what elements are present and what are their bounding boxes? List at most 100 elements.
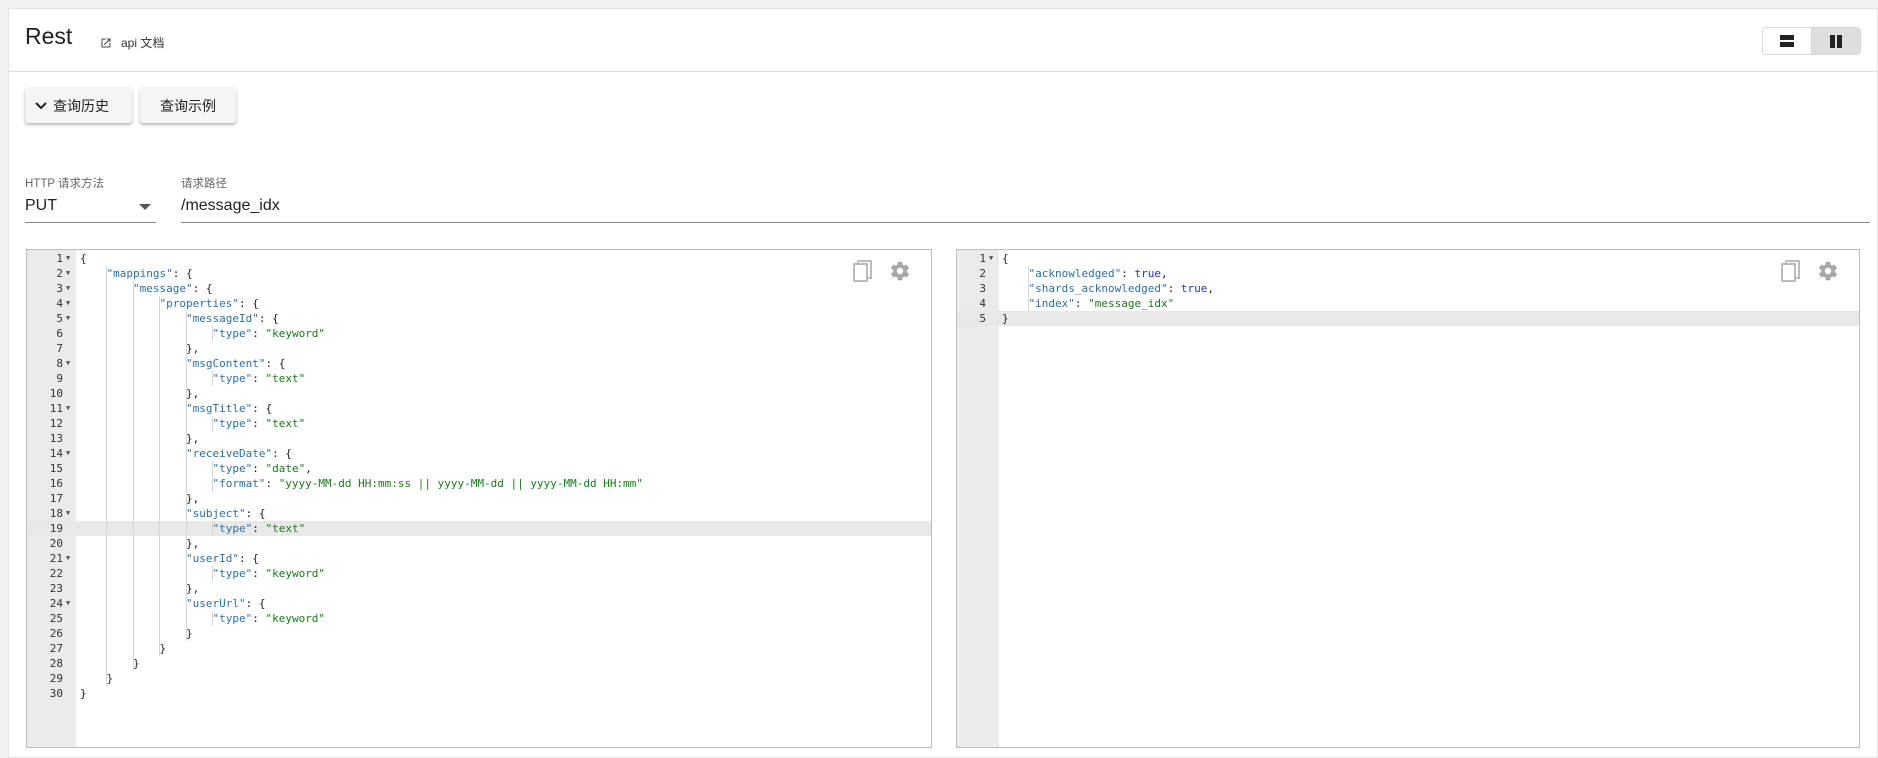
json-punctuation: } bbox=[159, 642, 167, 655]
stacked-layout-button[interactable] bbox=[1763, 28, 1811, 54]
request-body-editor[interactable]: 1 ▼{2 ▼ "mappings": {3 ▼ "message": {4 ▼ "pr… bbox=[26, 249, 932, 748]
line-number: 1 bbox=[979, 252, 986, 265]
code-line[interactable]: 19 "type": "text" bbox=[27, 521, 931, 536]
fold-toggle-icon[interactable]: ▼ bbox=[66, 446, 70, 461]
copy-icon[interactable] bbox=[853, 260, 875, 284]
json-key: "type" bbox=[212, 327, 253, 340]
gear-icon[interactable] bbox=[1817, 260, 1839, 282]
query-history-button[interactable]: 查询历史 bbox=[25, 88, 132, 123]
json-punctuation: }, bbox=[185, 342, 200, 355]
code-line[interactable]: 26 } bbox=[27, 626, 931, 641]
fold-toggle-icon[interactable]: ▼ bbox=[66, 506, 70, 521]
line-number: 4 bbox=[56, 297, 63, 310]
code-line[interactable]: 2 ▼ "mappings": { bbox=[27, 266, 931, 281]
code-line[interactable]: 5} bbox=[957, 311, 1859, 326]
fold-toggle-icon[interactable]: ▼ bbox=[66, 266, 70, 281]
code-line[interactable]: 28 } bbox=[27, 656, 931, 671]
code-line[interactable]: 5 ▼ "messageId": { bbox=[27, 311, 931, 326]
json-punctuation: : bbox=[1167, 282, 1181, 295]
code-line[interactable]: 1 ▼ { bbox=[957, 251, 1859, 266]
json-key: "mappings" bbox=[106, 267, 173, 280]
rest-card: Rest api 文档 查询历史 查询示例 HTTP 请求方法 PUT 请求路径… bbox=[8, 8, 1878, 758]
http-method-select[interactable]: PUT bbox=[25, 194, 156, 223]
code-line[interactable]: 23 }, bbox=[27, 581, 931, 596]
code-line[interactable]: 22 "type": "keyword" bbox=[27, 566, 931, 581]
code-line[interactable]: 2 "acknowledged": true, bbox=[957, 266, 1859, 281]
code-line[interactable]: 9 "type": "text" bbox=[27, 371, 931, 386]
request-path-input[interactable]: /message_idx bbox=[181, 194, 1870, 223]
gear-icon[interactable] bbox=[889, 260, 911, 282]
line-number: 24 bbox=[49, 597, 63, 610]
code-text: }, bbox=[80, 431, 199, 446]
code-line[interactable]: 14 ▼ "receiveDate": { bbox=[27, 446, 931, 461]
request-code[interactable]: 1 ▼{2 ▼ "mappings": {3 ▼ "message": {4 ▼ "pr… bbox=[27, 251, 931, 701]
line-number: 2 bbox=[56, 267, 63, 280]
code-text: } bbox=[80, 656, 140, 671]
code-line[interactable]: 7 }, bbox=[27, 341, 931, 356]
line-number: 20 bbox=[49, 537, 63, 550]
fold-toggle-icon[interactable]: ▼ bbox=[989, 251, 993, 266]
code-text: "type": "keyword" bbox=[80, 326, 325, 341]
code-line[interactable]: 13 }, bbox=[27, 431, 931, 446]
code-line[interactable]: 11 ▼ "msgTitle": { bbox=[27, 401, 931, 416]
line-number: 6 bbox=[56, 327, 63, 340]
line-number: 4 bbox=[979, 297, 986, 310]
code-text: "properties": { bbox=[80, 296, 258, 311]
fold-toggle-icon[interactable]: ▼ bbox=[66, 356, 70, 371]
json-punctuation: }, bbox=[185, 492, 200, 505]
code-text: "userUrl": { bbox=[80, 596, 265, 611]
code-line[interactable]: 27 } bbox=[27, 641, 931, 656]
line-number: 3 bbox=[979, 282, 986, 295]
api-doc-link[interactable]: api 文档 bbox=[100, 34, 164, 51]
json-string: "text" bbox=[265, 417, 306, 430]
code-line[interactable]: 12 "type": "text" bbox=[27, 416, 931, 431]
code-line[interactable]: 29 } bbox=[27, 671, 931, 686]
query-history-label: 查询历史 bbox=[53, 97, 109, 114]
fold-toggle-icon[interactable]: ▼ bbox=[66, 551, 70, 566]
code-line[interactable]: 18 ▼ "subject": { bbox=[27, 506, 931, 521]
code-line[interactable]: 4 "index": "message_idx" bbox=[957, 296, 1859, 311]
copy-icon[interactable] bbox=[1781, 260, 1803, 284]
response-code[interactable]: 1 ▼{2 "acknowledged": true, 3 "shards_ackn… bbox=[957, 251, 1859, 326]
json-punctuation: } bbox=[1002, 312, 1009, 325]
fold-toggle-icon[interactable]: ▼ bbox=[66, 296, 70, 311]
json-key: "type" bbox=[212, 372, 253, 385]
json-punctuation: : bbox=[252, 522, 266, 535]
fold-toggle-icon[interactable]: ▼ bbox=[66, 251, 70, 266]
line-number: 12 bbox=[49, 417, 63, 430]
json-key: "acknowledged" bbox=[1028, 267, 1122, 280]
json-key: "subject" bbox=[185, 507, 246, 520]
code-line[interactable]: 25 "type": "keyword" bbox=[27, 611, 931, 626]
code-line[interactable]: 30} bbox=[27, 686, 931, 701]
code-line[interactable]: 21 ▼ "userId": { bbox=[27, 551, 931, 566]
fold-toggle-icon[interactable]: ▼ bbox=[66, 311, 70, 326]
json-punctuation: : bbox=[252, 612, 266, 625]
code-text: "type": "text" bbox=[80, 521, 305, 536]
fold-toggle-icon[interactable]: ▼ bbox=[66, 401, 70, 416]
query-example-button[interactable]: 查询示例 bbox=[140, 88, 236, 123]
fold-toggle-icon[interactable]: ▼ bbox=[66, 596, 70, 611]
code-line[interactable]: 24 ▼ "userUrl": { bbox=[27, 596, 931, 611]
response-editor[interactable]: 1 ▼{2 "acknowledged": true, 3 "shards_ackn… bbox=[956, 249, 1860, 748]
code-line[interactable]: 15 "type": "date", bbox=[27, 461, 931, 476]
json-punctuation: : bbox=[1121, 267, 1135, 280]
side-by-side-layout-button[interactable] bbox=[1811, 28, 1860, 54]
code-line[interactable]: 8 ▼ "msgContent": { bbox=[27, 356, 931, 371]
fold-toggle-icon[interactable]: ▼ bbox=[66, 281, 70, 296]
code-line[interactable]: 4 ▼ "properties": { bbox=[27, 296, 931, 311]
json-punctuation: } bbox=[132, 657, 140, 670]
json-punctuation: }, bbox=[185, 582, 200, 595]
code-line[interactable]: 16 "format": "yyyy-MM-dd HH:mm:ss || yyy… bbox=[27, 476, 931, 491]
json-key: "type" bbox=[212, 417, 253, 430]
response-editor-tools bbox=[1781, 260, 1839, 284]
code-line[interactable]: 3 ▼ "message": { bbox=[27, 281, 931, 296]
code-line[interactable]: 17 }, bbox=[27, 491, 931, 506]
code-line[interactable]: 6 "type": "keyword" bbox=[27, 326, 931, 341]
json-string: "text" bbox=[265, 522, 306, 535]
code-line[interactable]: 1 ▼ { bbox=[27, 251, 931, 266]
code-text: "msgTitle": { bbox=[80, 401, 272, 416]
code-line[interactable]: 10 }, bbox=[27, 386, 931, 401]
code-line[interactable]: 3 "shards_acknowledged": true, bbox=[957, 281, 1859, 296]
code-line[interactable]: 20 }, bbox=[27, 536, 931, 551]
json-punctuation: : { bbox=[245, 597, 266, 610]
